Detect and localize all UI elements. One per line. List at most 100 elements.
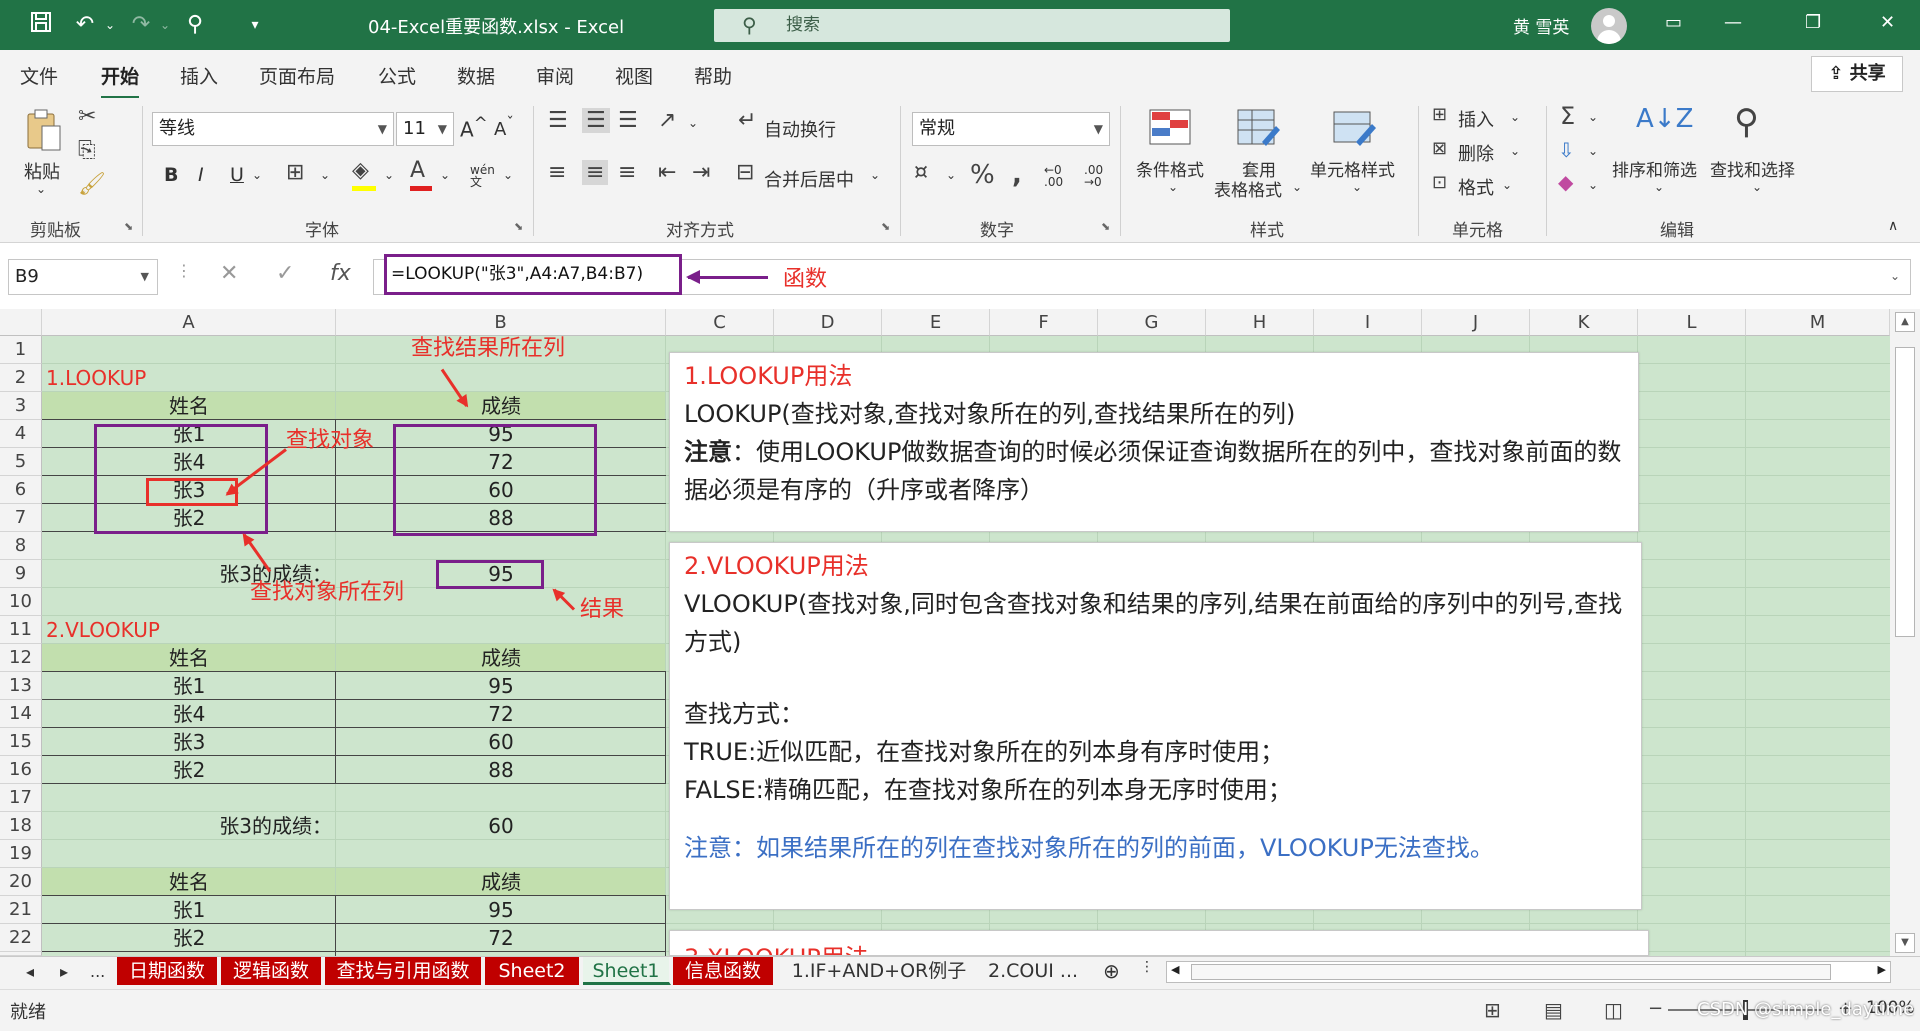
borders-dropdown-icon[interactable]: ⌄ bbox=[320, 168, 330, 182]
format-cells-icon[interactable]: ⊡ bbox=[1432, 172, 1447, 193]
increase-indent-icon[interactable]: ⇥ bbox=[692, 160, 710, 185]
paste-label[interactable]: 粘贴 bbox=[24, 158, 60, 184]
tab-data[interactable]: 数据 bbox=[457, 62, 495, 89]
format-painter-icon[interactable]: 🖌 bbox=[78, 172, 106, 197]
align-right-icon[interactable]: ≡ bbox=[618, 160, 636, 185]
clear-icon[interactable]: ◆ bbox=[1558, 170, 1573, 194]
find-dropdown-icon[interactable]: ⌄ bbox=[1752, 180, 1762, 194]
row-header[interactable]: 19 bbox=[0, 840, 42, 868]
cell-b15[interactable]: 60 bbox=[336, 728, 666, 756]
cell-b16[interactable]: 88 bbox=[336, 756, 666, 784]
sort-filter-button[interactable]: 排序和筛选 bbox=[1612, 156, 1697, 181]
scroll-up-icon[interactable]: ▲ bbox=[1895, 312, 1915, 332]
column-header-k[interactable]: K bbox=[1530, 309, 1638, 336]
cut-icon[interactable]: ✂ bbox=[78, 104, 96, 129]
delete-cells-button[interactable]: 删除 bbox=[1458, 140, 1494, 166]
increase-decimal-icon[interactable]: ←0.00 bbox=[1044, 164, 1063, 188]
delete-dropdown-icon[interactable]: ⌄ bbox=[1510, 144, 1520, 158]
column-header-l[interactable]: L bbox=[1638, 309, 1746, 336]
customize-icon[interactable]: ▾ bbox=[240, 10, 270, 40]
orientation-dropdown-icon[interactable]: ⌄ bbox=[688, 116, 698, 130]
save-icon[interactable] bbox=[26, 10, 56, 40]
share-button[interactable]: ⇪ 共享 bbox=[1811, 56, 1903, 92]
row-header[interactable]: 7 bbox=[0, 504, 42, 532]
decrease-font-icon[interactable]: Aˇ bbox=[494, 114, 514, 140]
scroll-right-icon[interactable]: ▶ bbox=[1878, 963, 1886, 976]
decrease-indent-icon[interactable]: ⇤ bbox=[658, 160, 676, 185]
column-header-f[interactable]: F bbox=[990, 309, 1098, 336]
tab-insert[interactable]: 插入 bbox=[180, 62, 218, 89]
ribbon-display-icon[interactable]: ▭ bbox=[1665, 12, 1682, 33]
fill-dropdown-icon[interactable]: ⌄ bbox=[1588, 144, 1598, 158]
table-dropdown-icon[interactable]: ⌄ bbox=[1292, 180, 1302, 194]
restore-icon[interactable]: ❐ bbox=[1805, 12, 1821, 33]
cell-a13[interactable]: 张1 bbox=[42, 672, 336, 700]
fill-dropdown-icon[interactable]: ⌄ bbox=[384, 168, 394, 182]
font-size-combo[interactable]: 11 ▼ bbox=[396, 112, 454, 146]
cell-b14[interactable]: 72 bbox=[336, 700, 666, 728]
sheet-tab-sheet1[interactable]: Sheet1 bbox=[583, 957, 671, 985]
next-sheet-icon[interactable]: ▸ bbox=[60, 962, 68, 981]
row-header[interactable]: 20 bbox=[0, 868, 42, 896]
cell-a11[interactable]: 2.VLOOKUP bbox=[46, 616, 160, 644]
cell-a21[interactable]: 张1 bbox=[42, 896, 336, 924]
cell-a3[interactable]: 姓名 bbox=[42, 392, 336, 420]
row-header[interactable]: 6 bbox=[0, 476, 42, 504]
cell-b20[interactable]: 成绩 bbox=[336, 868, 666, 896]
tab-page-layout[interactable]: 页面布局 bbox=[259, 62, 335, 89]
comma-icon[interactable]: , bbox=[1012, 160, 1022, 190]
font-launcher-icon[interactable]: ⬊ bbox=[514, 220, 523, 233]
underline-button[interactable]: U bbox=[230, 164, 244, 186]
tab-view[interactable]: 视图 bbox=[615, 62, 653, 89]
normal-view-icon[interactable]: ⊞ bbox=[1484, 998, 1501, 1022]
paste-dropdown-icon[interactable]: ⌄ bbox=[36, 182, 46, 196]
expand-formula-icon[interactable]: ⌄ bbox=[1890, 269, 1900, 283]
minimize-icon[interactable]: — bbox=[1724, 12, 1742, 33]
sort-dropdown-icon[interactable]: ⌄ bbox=[1654, 180, 1664, 194]
user-name[interactable]: 黄 雪英 bbox=[1513, 13, 1569, 38]
cell-a12[interactable]: 姓名 bbox=[42, 644, 336, 672]
close-icon[interactable]: ✕ bbox=[1880, 12, 1895, 33]
sheet-tab-info[interactable]: 信息函数 bbox=[673, 957, 775, 985]
page-layout-view-icon[interactable]: ▤ bbox=[1544, 998, 1563, 1022]
row-header[interactable]: 9 bbox=[0, 560, 42, 588]
fill-icon[interactable]: ⇩ bbox=[1558, 138, 1575, 162]
collapse-ribbon-icon[interactable]: ∧ bbox=[1888, 218, 1898, 234]
font-color-icon[interactable]: A bbox=[410, 158, 432, 191]
row-header[interactable]: 12 bbox=[0, 644, 42, 672]
page-break-view-icon[interactable]: ◫ bbox=[1604, 998, 1623, 1022]
align-middle-icon[interactable]: ☰ bbox=[582, 108, 610, 133]
conditional-format-icon[interactable] bbox=[1148, 106, 1192, 150]
borders-icon[interactable]: ⊞ bbox=[286, 160, 304, 185]
vertical-scroll-thumb[interactable] bbox=[1895, 347, 1915, 637]
cancel-icon[interactable]: ✕ bbox=[220, 261, 238, 286]
sheet-tab-if-and-or[interactable]: 1.IF+AND+OR例子 bbox=[780, 957, 980, 985]
sheet-tab-count[interactable]: 2.COUI ... bbox=[988, 957, 1098, 985]
column-header-m[interactable]: M bbox=[1746, 309, 1890, 336]
tab-home[interactable]: 开始 bbox=[101, 62, 140, 99]
bold-button[interactable]: B bbox=[164, 164, 178, 186]
column-header-g[interactable]: G bbox=[1098, 309, 1206, 336]
alignment-launcher-icon[interactable]: ⬊ bbox=[881, 220, 890, 233]
row-header[interactable]: 8 bbox=[0, 532, 42, 560]
orientation-icon[interactable]: ↗ bbox=[658, 108, 676, 133]
format-dropdown-icon[interactable]: ⌄ bbox=[1502, 178, 1512, 192]
row-header[interactable]: 22 bbox=[0, 924, 42, 952]
row-header[interactable]: 4 bbox=[0, 420, 42, 448]
cell-a18[interactable]: 张3的成绩： bbox=[42, 812, 332, 840]
sheet-tab-date[interactable]: 日期函数 bbox=[117, 957, 219, 985]
format-as-table-label2[interactable]: 表格格式 bbox=[1214, 176, 1282, 201]
tab-formulas[interactable]: 公式 bbox=[378, 62, 416, 89]
undo-dropdown-icon[interactable]: ⌄ bbox=[95, 10, 125, 40]
lookup-explanation-textbox[interactable]: 1.LOOKUP用法 LOOKUP(查找对象,查找对象所在的列,查找结果所在的列… bbox=[669, 352, 1639, 532]
cell-a2[interactable]: 1.LOOKUP bbox=[46, 364, 146, 392]
row-header[interactable]: 13 bbox=[0, 672, 42, 700]
clear-dropdown-icon[interactable]: ⌄ bbox=[1588, 178, 1598, 192]
format-as-table-icon[interactable] bbox=[1236, 106, 1280, 150]
cell-styles-dropdown-icon[interactable]: ⌄ bbox=[1352, 180, 1362, 194]
row-header[interactable]: 16 bbox=[0, 756, 42, 784]
scroll-left-icon[interactable]: ◀ bbox=[1171, 963, 1179, 976]
tab-split-icon[interactable]: ⋮ bbox=[1140, 959, 1154, 975]
percent-icon[interactable]: % bbox=[970, 160, 995, 190]
wrap-text-button[interactable]: 自动换行 bbox=[764, 116, 836, 142]
